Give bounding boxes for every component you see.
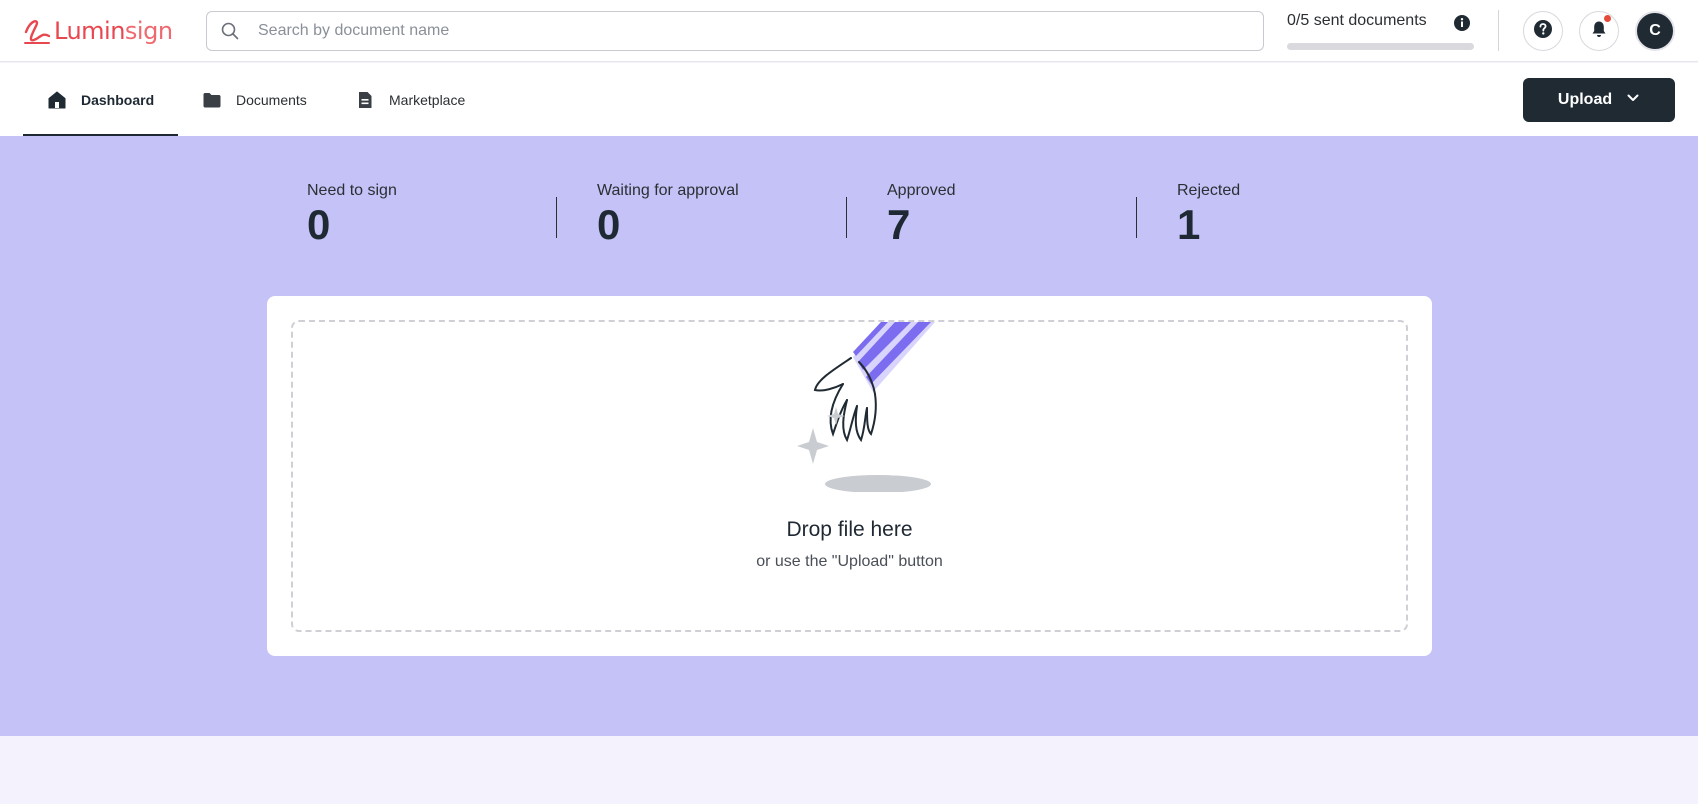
tab-marketplace[interactable]: Marketplace [355, 63, 465, 136]
tab-label: Documents [236, 91, 307, 108]
stat-value: 1 [1177, 201, 1201, 248]
notification-dot [1604, 15, 1611, 22]
logo-text-sign: sign [124, 17, 173, 45]
search-box[interactable] [206, 11, 1264, 51]
stat-value: 0 [307, 201, 331, 248]
main-nav: Dashboard Documents Marketplace Upload [0, 63, 1698, 136]
header-divider [1498, 10, 1499, 51]
stat-label: Need to sign [307, 182, 397, 199]
upload-button-label: Upload [1557, 91, 1613, 108]
logo-text: Luminsign [54, 17, 173, 45]
chevron-down-icon [1626, 91, 1640, 110]
stat-value: 0 [597, 201, 621, 248]
question-circle-icon [1533, 19, 1553, 44]
upload-card: Drop file here or use the "Upload" butto… [267, 296, 1432, 656]
tab-label: Dashboard [81, 91, 155, 108]
file-drop-zone[interactable]: Drop file here or use the "Upload" butto… [291, 320, 1408, 632]
stat-label: Waiting for approval [597, 182, 739, 199]
document-icon [355, 90, 375, 110]
stat-approved[interactable]: Approved 7 [887, 182, 956, 248]
logo-text-lumin: Lumin [54, 17, 125, 45]
sent-documents-quota: 0/5 sent documents [1287, 12, 1477, 50]
info-icon[interactable] [1453, 14, 1471, 32]
stat-value: 7 [887, 201, 911, 248]
quota-text: 0/5 sent documents [1287, 12, 1427, 29]
stat-divider [846, 197, 847, 238]
luminsign-logo-icon [24, 20, 51, 44]
drop-subtitle: or use the "Upload" button [756, 553, 943, 570]
folder-icon [202, 90, 222, 110]
stat-divider [1136, 197, 1137, 238]
upload-button[interactable]: Upload [1523, 78, 1675, 122]
user-avatar[interactable]: C [1635, 11, 1675, 51]
notifications-button[interactable] [1579, 11, 1619, 51]
dashboard-hero: Need to sign 0 Waiting for approval 0 Ap… [0, 136, 1698, 736]
drop-hand-illustration [797, 322, 935, 492]
top-header: Luminsign 0/5 sent documents C [0, 0, 1698, 62]
drop-title: Drop file here [786, 518, 913, 541]
tab-label: Marketplace [389, 91, 466, 108]
search-icon [221, 21, 241, 41]
stat-label: Approved [887, 182, 956, 199]
tab-dashboard[interactable]: Dashboard [23, 63, 178, 136]
help-button[interactable] [1523, 11, 1563, 51]
luminsign-logo[interactable]: Luminsign [22, 14, 173, 48]
bell-icon [1589, 19, 1609, 44]
stat-label: Rejected [1177, 182, 1241, 199]
search-input[interactable] [258, 22, 1218, 40]
stat-need-to-sign[interactable]: Need to sign 0 [307, 182, 397, 248]
stat-divider [556, 197, 557, 238]
tab-documents[interactable]: Documents [202, 63, 307, 136]
quota-progress-bar [1287, 43, 1474, 50]
stat-waiting-for-approval[interactable]: Waiting for approval 0 [597, 182, 739, 248]
home-icon [47, 90, 67, 110]
stat-rejected[interactable]: Rejected 1 [1177, 182, 1240, 248]
